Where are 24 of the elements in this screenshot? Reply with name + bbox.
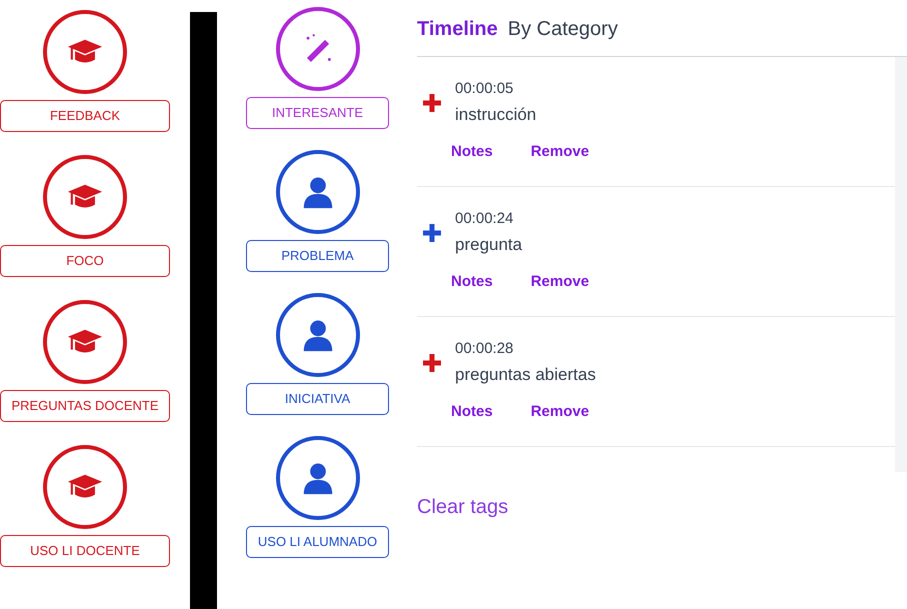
tab[interactable]: By Category — [508, 14, 618, 44]
clear-tags-link[interactable]: Clear tags — [417, 496, 508, 518]
tag-label-button[interactable]: PREGUNTAS DOCENTE — [0, 390, 170, 422]
action-link[interactable]: Notes — [451, 141, 493, 164]
tag-name: preguntas abiertas — [455, 364, 596, 386]
timestamp: 00:00:24 — [455, 209, 514, 229]
tag-label-button[interactable]: FOCO — [0, 245, 170, 277]
tag-label-button[interactable]: PROBLEMA — [246, 240, 389, 272]
scrollbar[interactable] — [895, 57, 907, 472]
action-link[interactable]: Remove — [530, 401, 590, 424]
action-link[interactable]: Remove — [530, 141, 590, 164]
action-link[interactable]: Notes — [451, 401, 493, 424]
tag-label-button[interactable]: USO LI ALUMNADO — [246, 526, 389, 558]
timestamp: 00:00:28 — [455, 339, 514, 359]
tag-label-button[interactable]: FEEDBACK — [0, 100, 170, 132]
tag-label-button[interactable]: INTERESANTE — [246, 97, 389, 129]
tab[interactable]: Timeline — [417, 14, 498, 44]
tag-name: pregunta — [455, 234, 522, 256]
timestamp: 00:00:05 — [455, 79, 514, 99]
tag-label-button[interactable]: USO LI DOCENTE — [0, 535, 170, 567]
tag-label-button[interactable]: INICIATIVA — [246, 383, 389, 415]
tag-name: instrucción — [455, 104, 536, 126]
action-link[interactable]: Notes — [451, 271, 493, 294]
action-link[interactable]: Remove — [530, 271, 590, 294]
